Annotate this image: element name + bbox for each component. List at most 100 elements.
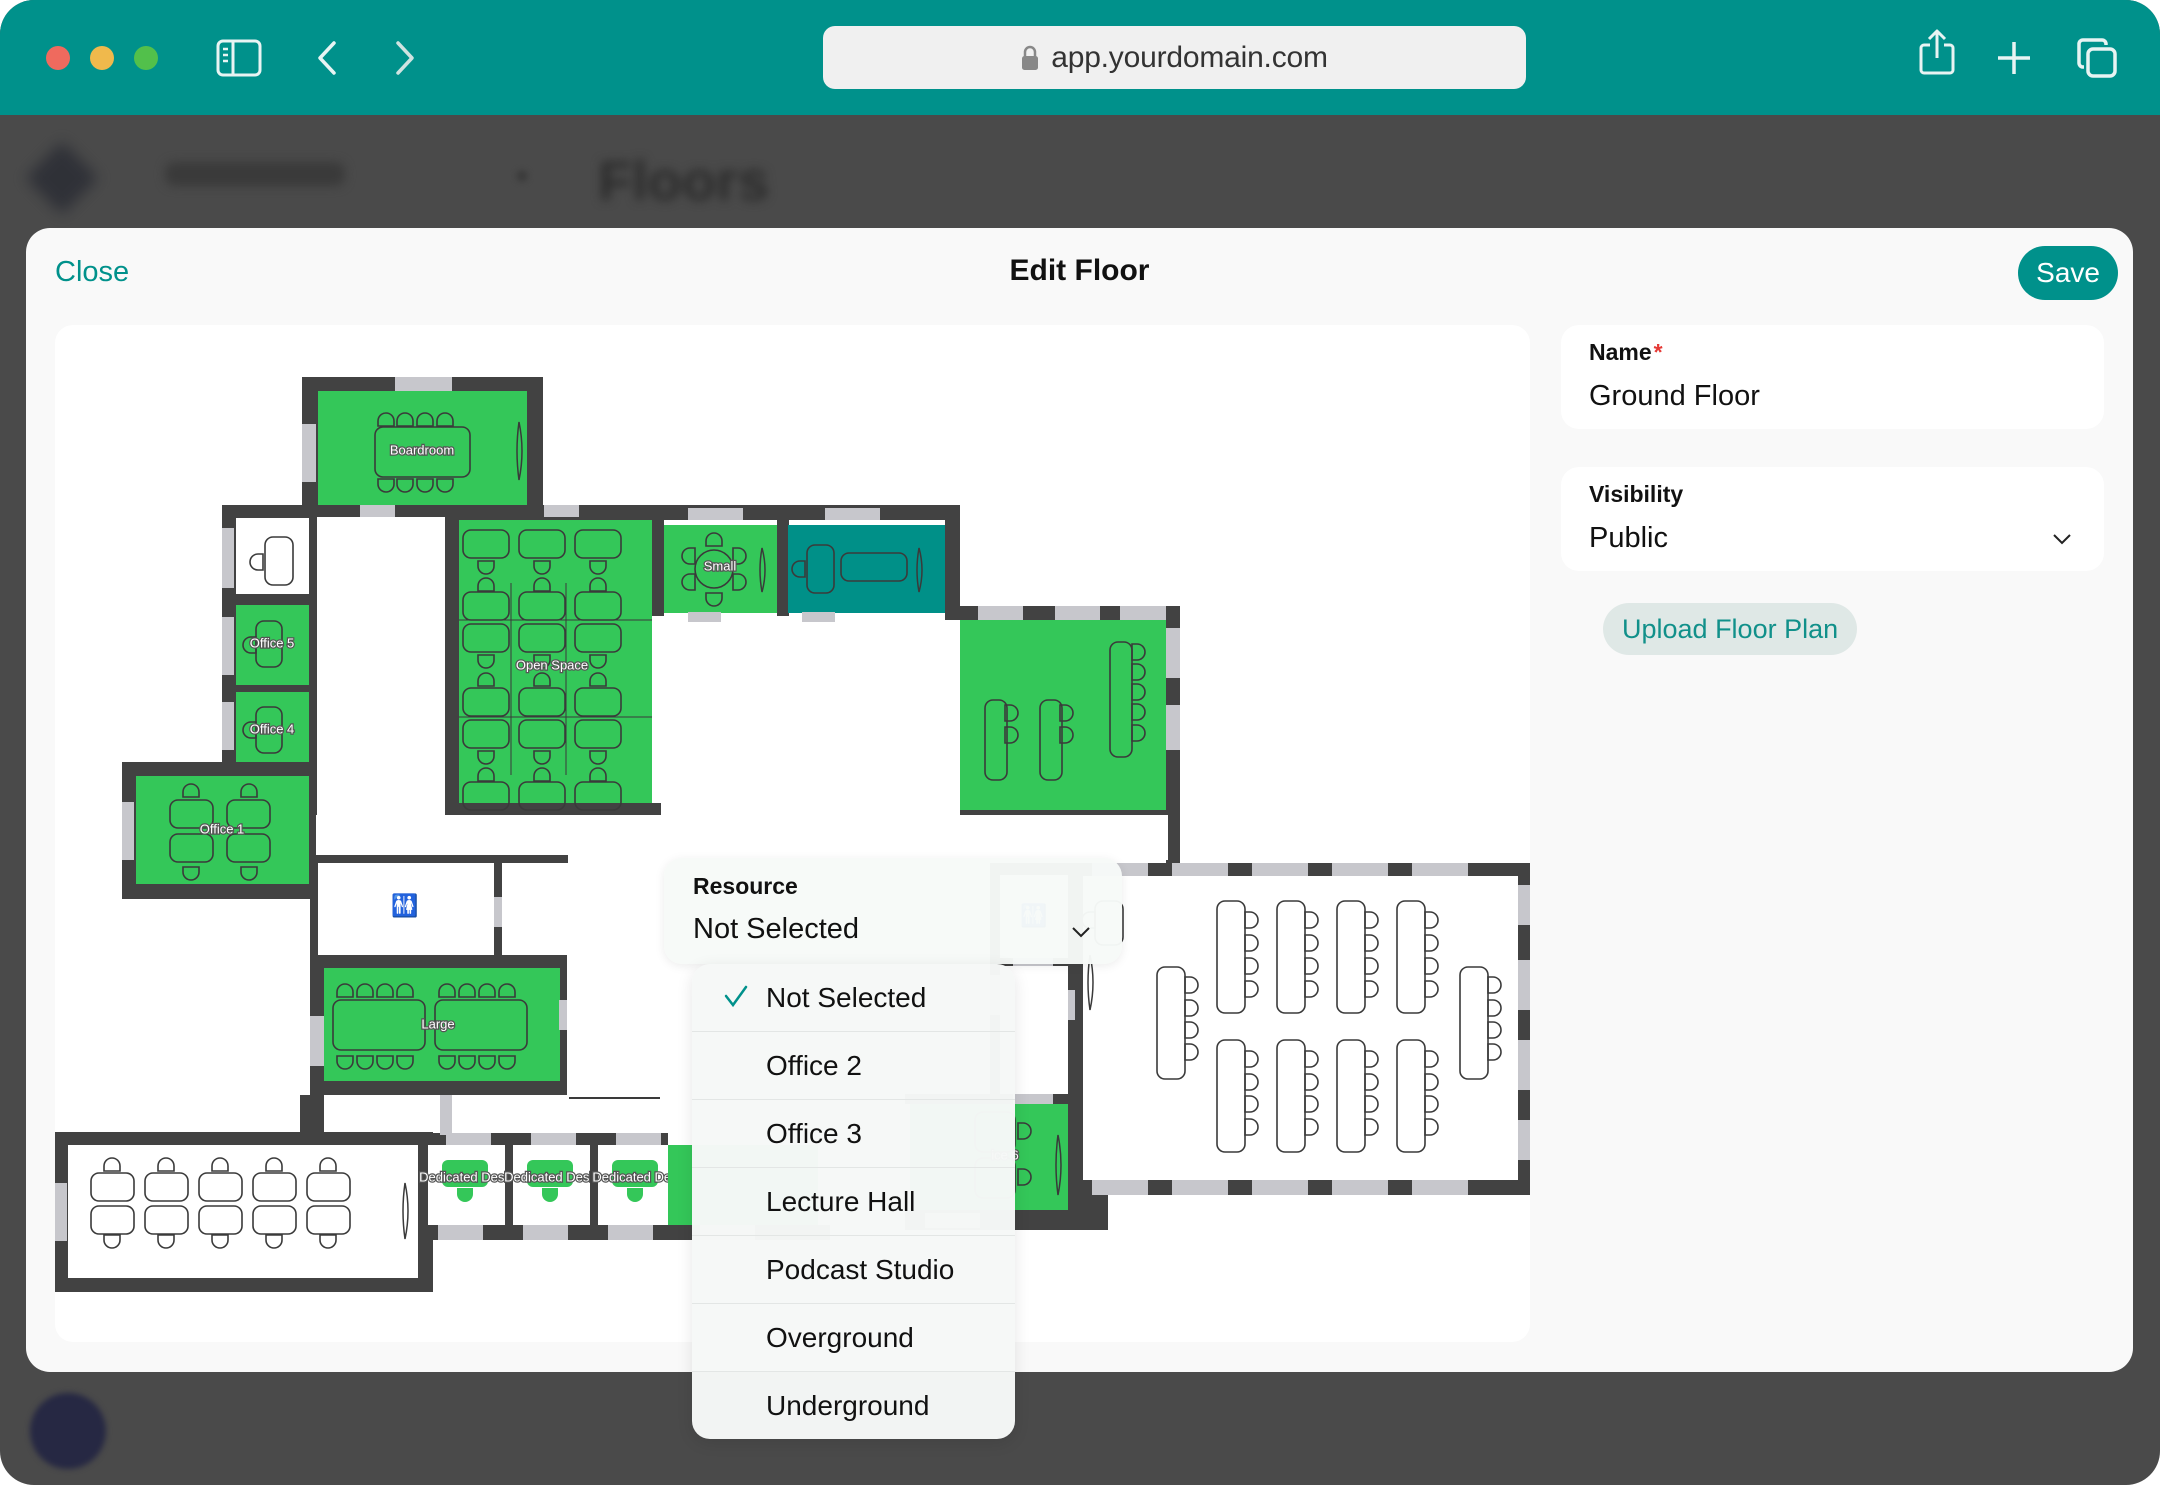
window: [360, 505, 395, 517]
window: [1518, 960, 1530, 1010]
window: [440, 1095, 452, 1135]
chevron-down-icon: [2053, 534, 2071, 545]
room-label-office-1: Office 1: [200, 821, 245, 836]
wall: [309, 517, 317, 897]
window: [1055, 606, 1100, 620]
resource-option[interactable]: Lecture Hall: [692, 1168, 1015, 1236]
resource-option[interactable]: Underground: [692, 1372, 1015, 1439]
resource-option-label: Podcast Studio: [766, 1253, 955, 1285]
wall: [777, 520, 789, 616]
window: [1013, 1094, 1053, 1104]
window: [395, 377, 452, 391]
wall: [945, 505, 960, 616]
room-utility: [236, 518, 309, 594]
resource-option[interactable]: Office 3: [692, 1100, 1015, 1168]
back-icon[interactable]: [316, 36, 338, 80]
window: [608, 1225, 653, 1240]
room-lecture-hall[interactable]: [1083, 876, 1518, 1180]
window: [222, 617, 234, 675]
room-label-dedicated-desk-1: Dedicated Desk: [419, 1169, 511, 1184]
window: [1412, 1180, 1468, 1195]
room-label-office-5: Office 5: [250, 635, 295, 650]
room-label-dedicated-desk-3: Dedicated Des: [592, 1169, 678, 1184]
required-marker: *: [1653, 339, 1663, 365]
window: [616, 1133, 661, 1145]
wall: [652, 520, 664, 616]
window: [310, 1016, 324, 1066]
room-label-large: Large: [421, 1016, 454, 1031]
location-selector: [165, 162, 345, 186]
corridor: [316, 815, 1168, 860]
wall: [590, 1145, 598, 1225]
chevron-down-icon: [1072, 927, 1090, 938]
resource-dropdown-menu: Not Selected Office 2 Office 3 Lecture Hall…: [692, 964, 1015, 1439]
resource-option-label: Underground: [766, 1390, 930, 1421]
resource-option-label: Not Selected: [766, 981, 927, 1013]
room-right-office[interactable]: [960, 620, 1166, 810]
user-avatar: [30, 1393, 106, 1469]
room-label-open-space: Open Space: [516, 657, 588, 672]
visibility-select[interactable]: Visibility Public: [1561, 467, 2104, 571]
wall: [445, 803, 661, 815]
share-icon[interactable]: [1918, 29, 1956, 75]
close-window-button[interactable]: [46, 46, 70, 70]
window: [1092, 1180, 1148, 1195]
resource-option[interactable]: Podcast Studio: [692, 1236, 1015, 1304]
window: [446, 1133, 491, 1145]
browser-toolbar: app.yourdomain.com: [0, 0, 2160, 115]
window: [122, 802, 134, 860]
resource-option[interactable]: Office 2: [692, 1032, 1015, 1100]
modal-title: Edit Floor: [1009, 254, 1150, 287]
tabs-overview-icon[interactable]: [2076, 36, 2118, 80]
name-field[interactable]: Name*: [1561, 325, 2104, 429]
window: [1518, 1120, 1530, 1160]
save-button[interactable]: Save: [2018, 246, 2118, 300]
room-label-small: Small: [704, 558, 737, 573]
window: [688, 612, 721, 622]
window: [1252, 863, 1308, 876]
resource-select[interactable]: Resource Not Selected: [664, 858, 1122, 964]
room-label-office-4: Office 4: [250, 721, 295, 736]
app-logo-icon: [25, 141, 99, 215]
resource-option-label: Office 2: [766, 1049, 862, 1081]
window: [978, 606, 1023, 620]
resource-option[interactable]: Overground: [692, 1304, 1015, 1372]
window: [222, 528, 234, 588]
address-bar[interactable]: app.yourdomain.com: [823, 26, 1526, 89]
window: [802, 612, 835, 622]
visibility-value: Public: [1589, 522, 1668, 554]
window: [531, 1133, 576, 1145]
window: [688, 508, 743, 520]
resource-value: Not Selected: [693, 913, 860, 945]
new-tab-icon[interactable]: [1996, 36, 2032, 80]
checkmark-icon: [724, 985, 748, 1008]
close-button[interactable]: Close: [55, 256, 129, 289]
wall: [300, 1095, 324, 1140]
window: [825, 508, 880, 520]
window: [523, 1225, 568, 1240]
window: [494, 897, 502, 927]
visibility-label: Visibility: [1589, 481, 1684, 507]
resource-option[interactable]: Not Selected: [692, 964, 1015, 1032]
wall: [445, 520, 459, 816]
wall: [316, 855, 568, 863]
name-input[interactable]: [1589, 380, 2076, 413]
window: [1332, 1180, 1388, 1195]
url-text: app.yourdomain.com: [1051, 40, 1328, 74]
window: [1252, 1180, 1308, 1195]
background-page-title: Floors: [598, 149, 770, 212]
lock-icon: [1022, 45, 1039, 70]
minimize-window-button[interactable]: [90, 46, 114, 70]
window: [1172, 863, 1228, 876]
window: [1172, 1180, 1228, 1195]
zoom-window-button[interactable]: [134, 46, 158, 70]
window: [1166, 628, 1180, 678]
sidebar-toggle-icon[interactable]: [216, 36, 262, 80]
forward-icon[interactable]: [394, 36, 416, 80]
upload-floor-plan-button[interactable]: Upload Floor Plan: [1603, 603, 1858, 655]
dropdown-indicator-icon: [516, 170, 528, 182]
window: [1166, 705, 1180, 750]
name-label: Name*: [1589, 339, 1663, 365]
window: [559, 1000, 567, 1030]
browser-window: app.yourdomain.com Floors Close Edit Flo…: [0, 0, 2160, 1485]
